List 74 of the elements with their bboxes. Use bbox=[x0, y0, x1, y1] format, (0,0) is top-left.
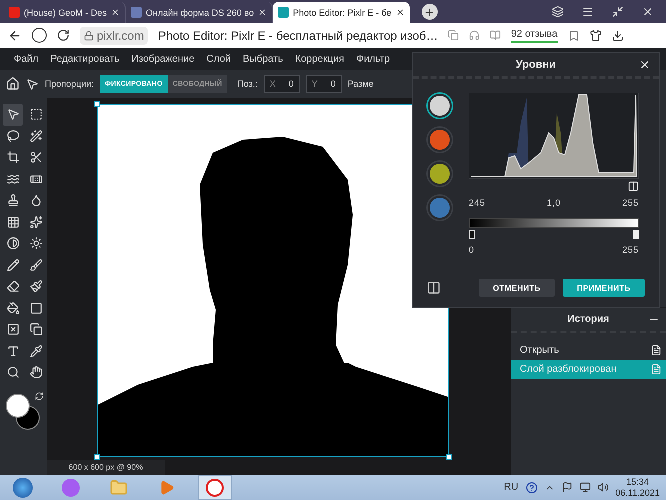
browser-tab[interactable]: Photo Editor: Pixlr E - бе bbox=[273, 2, 410, 23]
size-label: Разме bbox=[348, 79, 374, 89]
menu-icon[interactable] bbox=[582, 6, 594, 18]
channel-swatch[interactable] bbox=[430, 198, 450, 218]
history-item[interactable]: Открыть bbox=[511, 341, 666, 360]
foreground-color-swatch[interactable] bbox=[6, 394, 30, 418]
gamma-value: 1,0 bbox=[546, 198, 561, 208]
menu-item[interactable]: Фильтр bbox=[356, 54, 390, 64]
new-tab-button[interactable] bbox=[422, 4, 438, 20]
level-handle-icon[interactable] bbox=[628, 181, 639, 192]
reload-icon[interactable] bbox=[57, 29, 70, 42]
output-max-handle[interactable] bbox=[633, 230, 639, 239]
favicon-icon bbox=[278, 7, 290, 18]
output-max-value: 255 bbox=[622, 245, 639, 255]
document-icon bbox=[651, 345, 662, 356]
y-field[interactable]: Y 0 bbox=[306, 75, 342, 93]
volume-icon[interactable] bbox=[598, 482, 609, 493]
close-icon[interactable] bbox=[111, 8, 120, 17]
dialog-title: Уровни bbox=[516, 58, 556, 70]
corner-handle[interactable] bbox=[94, 101, 100, 107]
reviews-link[interactable]: 92 отзыва bbox=[511, 28, 558, 42]
close-icon[interactable] bbox=[396, 8, 405, 17]
flag-icon[interactable] bbox=[562, 482, 573, 493]
menu-item[interactable]: Редактировать bbox=[50, 54, 120, 64]
swap-icon[interactable] bbox=[35, 392, 44, 400]
language-indicator[interactable]: RU bbox=[504, 482, 519, 493]
network-icon[interactable] bbox=[580, 482, 591, 493]
clock: 15:34 06.11.2021 bbox=[616, 476, 660, 498]
address-field[interactable]: pixlr.com bbox=[80, 26, 148, 44]
favicon-icon bbox=[9, 7, 20, 18]
corner-handle[interactable] bbox=[446, 454, 452, 460]
input-max-value: 255 bbox=[622, 198, 639, 208]
browser-logo-icon[interactable] bbox=[32, 28, 47, 43]
menu-item[interactable]: Выбрать bbox=[243, 54, 284, 64]
pointer-icon[interactable] bbox=[26, 78, 39, 90]
channel-swatch[interactable] bbox=[430, 130, 450, 150]
channel-swatch[interactable] bbox=[430, 164, 450, 184]
home-icon[interactable] bbox=[6, 77, 20, 91]
lock-icon bbox=[84, 30, 94, 40]
corner-handle[interactable] bbox=[94, 454, 100, 460]
history-title: История bbox=[568, 314, 610, 325]
menu-item[interactable]: Коррекция bbox=[295, 54, 344, 64]
cancel-button[interactable]: ОТМЕНИТЬ bbox=[479, 279, 555, 297]
close-icon[interactable] bbox=[639, 59, 651, 71]
menu-item[interactable]: Слой bbox=[206, 54, 231, 64]
copy-icon[interactable] bbox=[448, 30, 460, 41]
pointer-icon[interactable] bbox=[3, 104, 23, 126]
restore-icon[interactable] bbox=[612, 6, 624, 18]
headphones-icon[interactable] bbox=[469, 30, 480, 41]
input-min-value: 245 bbox=[469, 198, 486, 208]
plus-icon bbox=[424, 6, 436, 18]
favicon-icon bbox=[131, 7, 142, 18]
canvas-status: 600 x 600 px @ 90% bbox=[47, 460, 165, 475]
compare-icon[interactable] bbox=[427, 281, 441, 295]
page-title: Photo Editor: Pixlr E - бесплатный редактор изоб… bbox=[158, 28, 438, 42]
menu-item[interactable]: Файл bbox=[14, 54, 39, 64]
help-icon[interactable] bbox=[526, 482, 538, 494]
document-icon bbox=[651, 364, 662, 375]
extension-icon[interactable] bbox=[590, 30, 602, 42]
close-icon[interactable] bbox=[258, 8, 268, 17]
proportions-label: Пропорции: bbox=[45, 79, 94, 89]
output-min-value: 0 bbox=[469, 245, 475, 255]
download-icon[interactable] bbox=[612, 30, 624, 42]
close-icon[interactable] bbox=[642, 6, 654, 18]
collections-icon[interactable] bbox=[552, 6, 564, 18]
x-field[interactable]: X 0 bbox=[264, 75, 300, 93]
menu-item[interactable]: Изображение bbox=[132, 54, 195, 64]
browser-icon[interactable] bbox=[198, 475, 232, 500]
bookmark-icon[interactable] bbox=[568, 30, 580, 42]
channel-swatch[interactable] bbox=[430, 96, 450, 116]
back-icon[interactable] bbox=[8, 28, 22, 42]
output-min-handle[interactable] bbox=[469, 230, 475, 239]
position-label: Поз.: bbox=[237, 79, 258, 89]
reader-icon[interactable] bbox=[490, 30, 502, 41]
